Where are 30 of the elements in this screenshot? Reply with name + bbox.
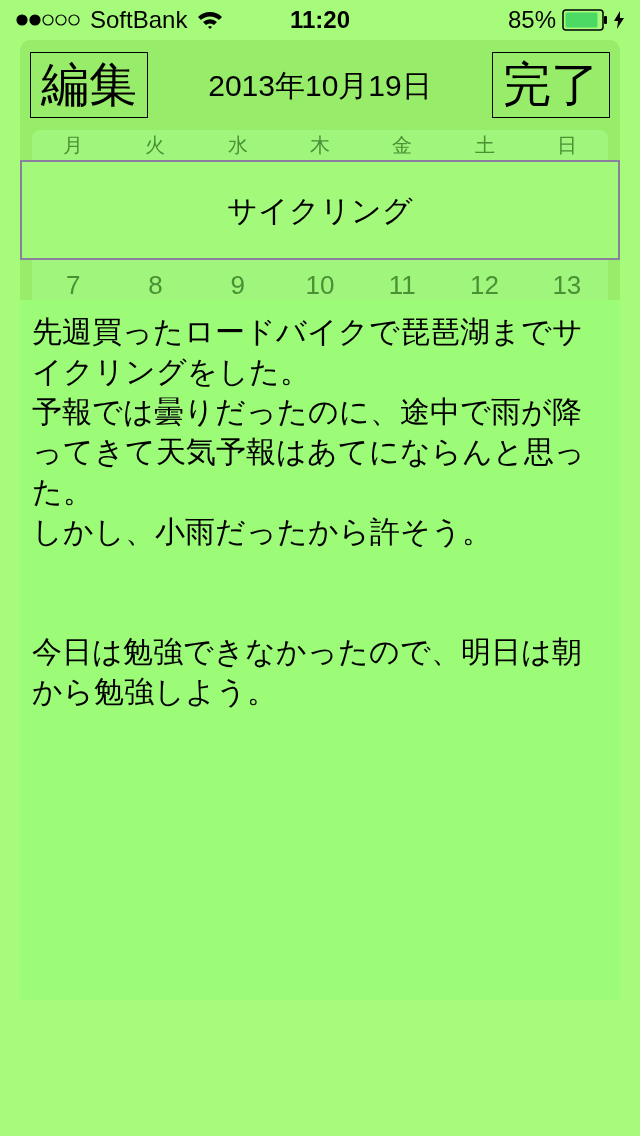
weekday-label: 水 [226,133,249,158]
day-number[interactable]: 8 [148,270,163,300]
battery-percent: 85% [507,5,556,35]
note-text: 予報では曇りだったのに、途中で雨が降ってきて天気予報はあてにならんと思った。 [32,394,586,510]
day-number[interactable]: 9 [230,270,245,300]
carrier-name: SoftBank [90,5,188,35]
day-number[interactable]: 11 [388,270,416,300]
battery-icon [562,9,608,31]
charging-icon [614,11,624,29]
signal-icon [16,13,80,27]
note-text: 今日は勉強できなかったので、明日は朝から勉強しよう。 [32,634,583,710]
note-text: しかし、小雨だったから許そう。 [32,514,493,550]
note-text: 先週買ったロードバイクで琵琶湖までサイクリングをした。 [32,314,584,390]
day-number[interactable]: 12 [470,270,499,300]
done-button[interactable]: 完了 [492,52,610,118]
date-title: 2013年10月19日 [208,67,432,104]
title-field[interactable]: サイクリング [20,160,620,260]
clock-time: 11:20 [289,5,351,35]
weekday-label: 月 [62,133,85,158]
weekday-label: 土 [473,133,496,158]
day-number[interactable]: 13 [552,270,582,300]
weekday-label: 日 [555,133,578,158]
day-number[interactable]: 10 [305,270,335,300]
wifi-icon [197,10,224,30]
weekday-label: 木 [309,133,331,158]
edit-button[interactable]: 編集 [30,52,148,118]
weekday-label: 火 [144,133,167,158]
day-number[interactable]: 7 [65,270,81,300]
note-panel[interactable]: 先週買ったロードバイクで琵琶湖までサイクリングをした。 予報では曇りだったのに、途中で雨が降ってきて天気予報はあてにならんと思った。 しかし、小雨だったから許そう。 今日は勉強できなかったので、明日は朝から勉強しよう。 [20,300,620,1000]
weekday-label: 金 [391,133,414,158]
